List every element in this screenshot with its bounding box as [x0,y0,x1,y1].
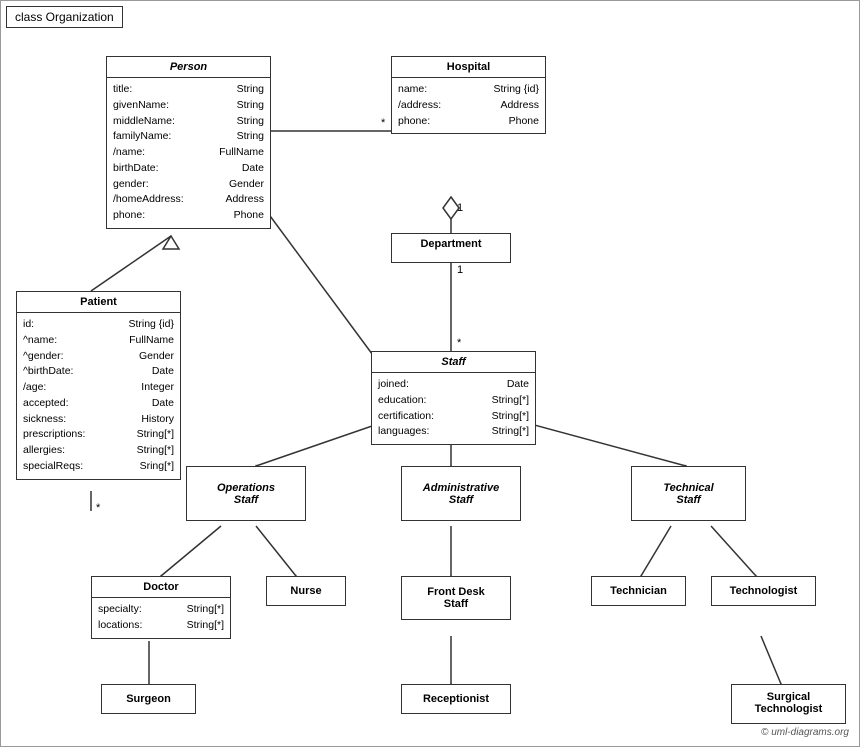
surgeon-class-name: Surgeon [102,685,195,713]
person-class-attrs: title:String givenName:String middleName… [107,78,270,228]
hospital-class: Hospital name:String {id} /address:Addre… [391,56,546,134]
svg-text:*: * [381,117,386,129]
admin-staff-class-name: AdministrativeStaff [402,474,520,514]
technician-class-name: Technician [592,577,685,605]
svg-text:*: * [96,502,101,514]
patient-class-name: Patient [17,292,180,313]
svg-text:1: 1 [457,202,463,214]
patient-class: Patient id:String {id} ^name:FullName ^g… [16,291,181,480]
person-class-name: Person [107,57,270,78]
operations-staff-class: OperationsStaff [186,466,306,521]
receptionist-class-name: Receptionist [402,685,510,713]
technical-staff-class: TechnicalStaff [631,466,746,521]
receptionist-class: Receptionist [401,684,511,714]
person-class: Person title:String givenName:String mid… [106,56,271,229]
department-class-name: Department [392,234,510,254]
svg-text:*: * [457,337,462,349]
staff-class-attrs: joined:Date education:String[*] certific… [372,373,535,444]
diagram-title: class Organization [6,6,123,28]
department-class: Department [391,233,511,263]
surgical-technologist-class-name: SurgicalTechnologist [732,685,845,721]
patient-class-attrs: id:String {id} ^name:FullName ^gender:Ge… [17,313,180,479]
doctor-class-name: Doctor [92,577,230,598]
front-desk-staff-class-name: Front DeskStaff [402,580,510,616]
doctor-class-attrs: specialty:String[*] locations:String[*] [92,598,230,638]
nurse-class: Nurse [266,576,346,606]
technologist-class: Technologist [711,576,816,606]
copyright-text: © uml-diagrams.org [761,727,849,738]
admin-staff-class: AdministrativeStaff [401,466,521,521]
operations-staff-class-name: OperationsStaff [187,474,305,514]
technologist-class-name: Technologist [712,577,815,605]
svg-text:1: 1 [457,264,463,276]
uml-diagram: class Organization * * 1 * 1 * [0,0,860,747]
doctor-class: Doctor specialty:String[*] locations:Str… [91,576,231,639]
technician-class: Technician [591,576,686,606]
surgical-technologist-class: SurgicalTechnologist [731,684,846,724]
staff-class: Staff joined:Date education:String[*] ce… [371,351,536,445]
staff-class-name: Staff [372,352,535,373]
surgeon-class: Surgeon [101,684,196,714]
front-desk-staff-class: Front DeskStaff [401,576,511,620]
nurse-class-name: Nurse [267,577,345,605]
hospital-class-name: Hospital [392,57,545,78]
technical-staff-class-name: TechnicalStaff [632,474,745,514]
hospital-class-attrs: name:String {id} /address:Address phone:… [392,78,545,133]
